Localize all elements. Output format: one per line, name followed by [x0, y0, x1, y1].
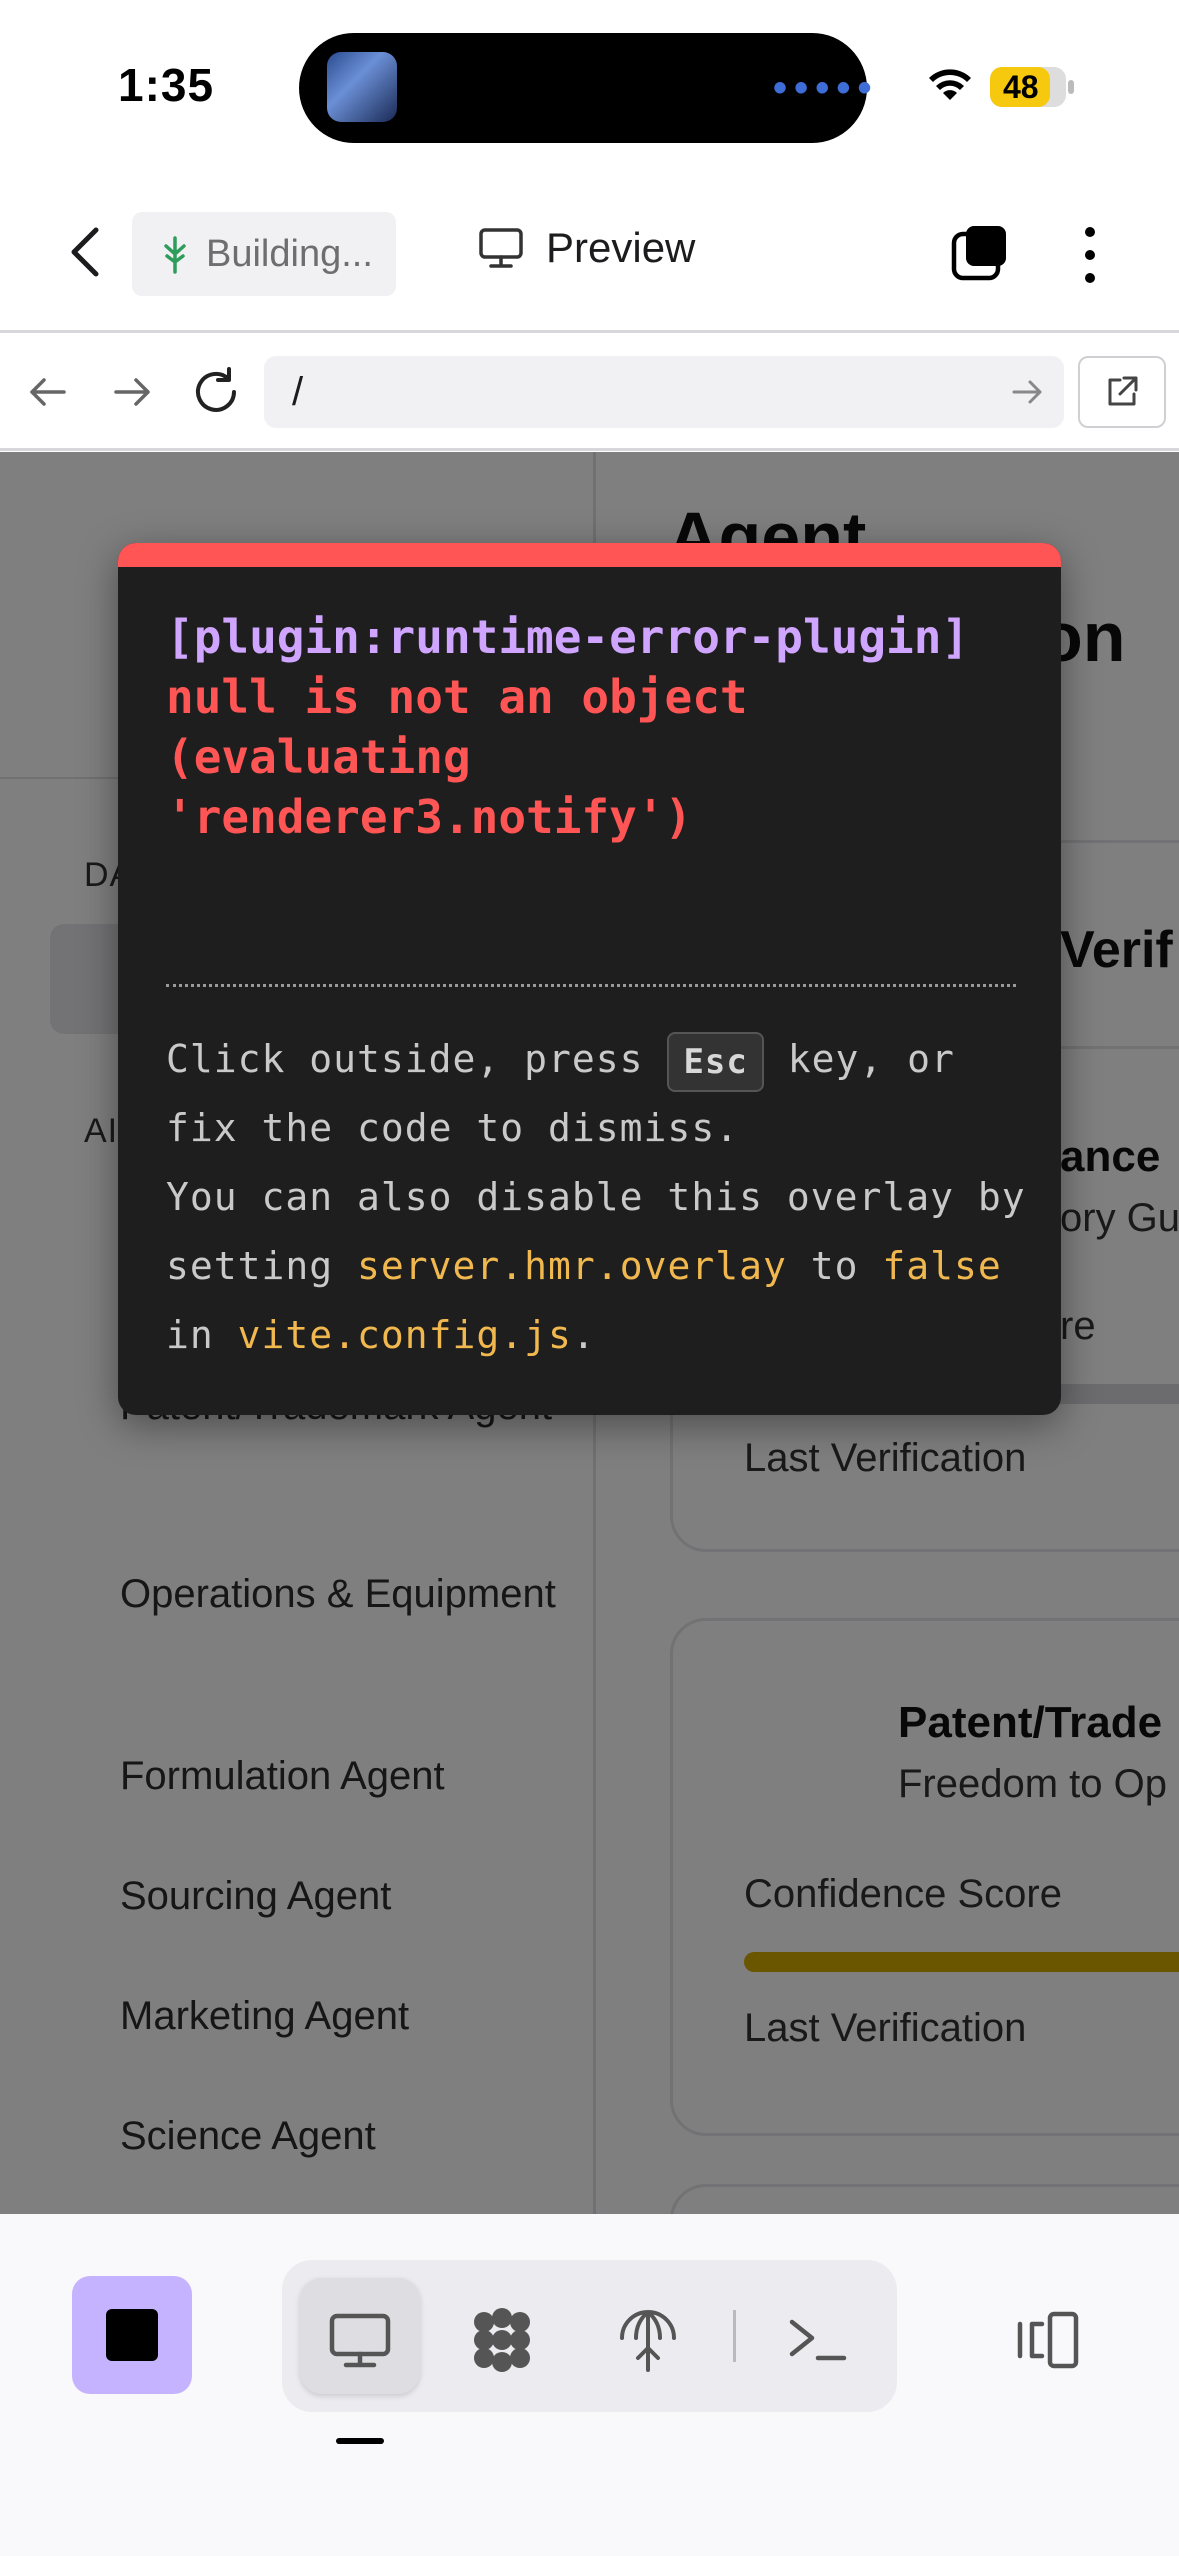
open-external-icon	[1108, 376, 1138, 406]
tab-preview[interactable]: Preview	[478, 224, 695, 272]
monitor-icon	[479, 228, 523, 268]
battery-nub	[1068, 80, 1074, 94]
error-tip: Click outside, press Esc key, or fix the…	[166, 1025, 1036, 1370]
error-text: null is not an object (evaluating 'rende…	[166, 670, 748, 844]
reload-icon[interactable]	[188, 364, 244, 420]
tip-code-overlay: server.hmr.overlay	[357, 1244, 787, 1288]
error-overlay-top-border	[118, 543, 1061, 567]
url-divider	[0, 448, 1179, 451]
tip-code-false: false	[882, 1244, 1002, 1288]
arrow-right-icon[interactable]	[104, 364, 160, 420]
url-input[interactable]: /	[264, 356, 1064, 428]
error-plugin: [plugin:runtime-error-plugin]	[166, 610, 970, 664]
view-switcher-separator	[733, 2310, 736, 2362]
header-divider	[0, 330, 1179, 333]
tip-text-5: in	[166, 1313, 238, 1357]
back-chevron-icon[interactable]	[60, 222, 114, 282]
tip-code-config: vite.config.js	[237, 1313, 572, 1357]
esc-key: Esc	[667, 1031, 764, 1092]
status-time: 1:35	[118, 59, 215, 111]
arrow-left-icon[interactable]	[20, 364, 76, 420]
tip-text-4: to	[786, 1244, 883, 1288]
error-divider	[166, 984, 1016, 987]
building-status-pill[interactable]: Building...	[132, 212, 396, 296]
shapes-icon[interactable]	[466, 2304, 538, 2376]
desktop-icon[interactable]	[324, 2304, 396, 2376]
error-message: [plugin:runtime-error-plugin] null is no…	[166, 607, 1026, 847]
battery-percent: 48	[1003, 69, 1039, 105]
wifi-icon	[929, 69, 971, 100]
tip-text-1: Click outside, press	[166, 1037, 668, 1081]
toggle-windows-icon[interactable]	[950, 222, 1012, 284]
arrow-go-icon[interactable]	[1008, 372, 1048, 412]
tip-text-6: .	[571, 1313, 596, 1357]
preview-label: Preview	[546, 224, 696, 271]
stop-icon	[106, 2309, 158, 2361]
building-tree-icon	[164, 236, 186, 274]
building-label: Building...	[206, 232, 373, 275]
now-playing-artwork	[327, 52, 397, 122]
active-tab-indicator	[336, 2438, 384, 2444]
error-overlay: [plugin:runtime-error-plugin] null is no…	[118, 543, 1061, 1415]
panel-toggle-icon[interactable]	[1012, 2304, 1084, 2376]
stop-button[interactable]	[72, 2276, 192, 2394]
audio-wave-icon: • • • • •	[773, 66, 871, 110]
terminal-icon[interactable]	[782, 2304, 854, 2376]
deploy-icon[interactable]	[612, 2304, 684, 2376]
more-vertical-icon[interactable]	[1070, 224, 1110, 286]
open-external-button[interactable]	[1078, 356, 1166, 428]
